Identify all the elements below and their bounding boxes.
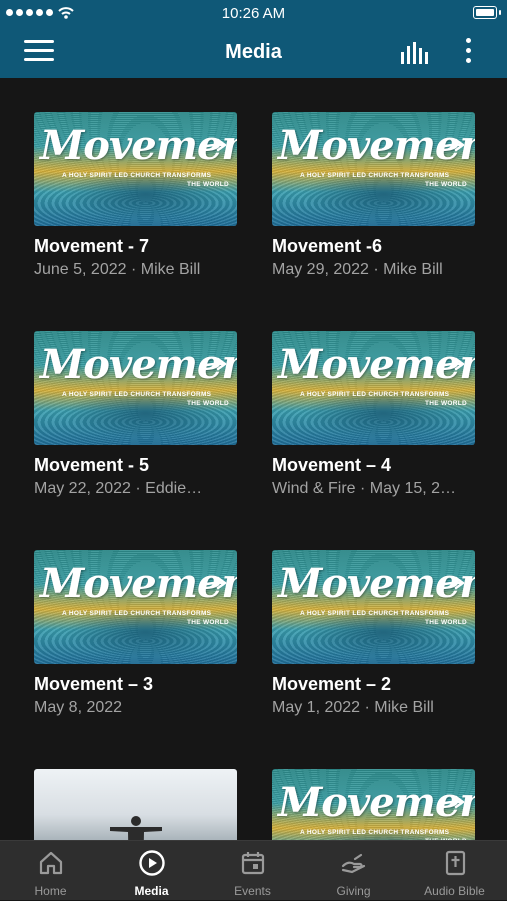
bible-icon xyxy=(445,850,466,876)
thumbnail-tagline: THE WORLD xyxy=(424,181,467,188)
card-title: Movement - 5 xyxy=(34,455,150,475)
thumbnail-tagline: THE WORLD xyxy=(186,619,229,626)
sermon-thumbnail: MovementA HOLY SPIRIT LED CHURCH TRANSFO… xyxy=(34,112,237,226)
media-card[interactable]: MovementA HOLY SPIRIT LED CHURCH TRANSFO… xyxy=(34,331,237,498)
more-options-icon[interactable] xyxy=(462,38,474,68)
tab-bar: Home Media Events Giving Audio Bible xyxy=(0,840,507,900)
arrow-icon xyxy=(202,138,227,152)
tab-events[interactable]: Events xyxy=(202,841,303,901)
tab-label: Home xyxy=(34,884,67,898)
sermon-thumbnail: MovementA HOLY SPIRIT LED CHURCH TRANSFO… xyxy=(272,112,475,226)
card-subtitle: May 22, 2022 · Eddie… xyxy=(34,480,203,497)
arrow-icon xyxy=(202,576,227,590)
card-subtitle: Wind & Fire · May 15, 2… xyxy=(272,480,457,497)
giving-hand-icon xyxy=(341,853,366,874)
media-card[interactable]: MovementA HOLY SPIRIT LED CHURCH TRANSFO… xyxy=(272,550,475,717)
arrow-icon xyxy=(440,357,465,371)
tab-label: Events xyxy=(234,884,271,898)
thumbnail-tagline: A HOLY SPIRIT LED CHURCH TRANSFORMS xyxy=(62,391,212,398)
media-card[interactable] xyxy=(34,769,237,840)
media-card[interactable]: MovementA HOLY SPIRIT LED CHURCH TRANSFO… xyxy=(34,550,237,717)
card-title: Movement – 3 xyxy=(34,674,154,694)
thumbnail-tagline: A HOLY SPIRIT LED CHURCH TRANSFORMS xyxy=(300,391,450,398)
person-arms-outstretched-icon xyxy=(110,816,162,840)
media-card[interactable]: MovementA HOLY SPIRIT LED CHURCH TRANSFO… xyxy=(34,112,237,279)
sermon-thumbnail: MovementA HOLY SPIRIT LED CHURCH TRANSFO… xyxy=(272,331,475,445)
nav-bar: Media xyxy=(0,28,507,78)
equalizer-icon[interactable] xyxy=(398,40,432,66)
thumbnail-tagline: A HOLY SPIRIT LED CHURCH TRANSFORMS xyxy=(300,610,450,617)
arrow-icon xyxy=(440,795,465,809)
arrow-icon xyxy=(202,357,227,371)
status-bar: 10:26 AM xyxy=(0,0,507,28)
tab-label: Giving xyxy=(336,884,371,898)
thumbnail-tagline: THE WORLD xyxy=(424,400,467,407)
media-grid: MovementA HOLY SPIRIT LED CHURCH TRANSFO… xyxy=(0,78,507,840)
card-title: Movement -6 xyxy=(272,236,383,256)
thumbnail-tagline: THE WORLD xyxy=(186,400,229,407)
media-card[interactable]: MovementA HOLY SPIRIT LED CHURCH TRANSFO… xyxy=(272,112,475,279)
tab-media[interactable]: Media xyxy=(101,841,202,901)
card-subtitle: May 8, 2022 xyxy=(34,699,123,716)
card-title: Movement - 7 xyxy=(34,236,150,256)
card-title: Movement – 4 xyxy=(272,455,392,475)
sermon-thumbnail: MovementA HOLY SPIRIT LED CHURCH TRANSFO… xyxy=(272,769,475,840)
card-subtitle: May 29, 2022 · Mike Bill xyxy=(272,261,443,278)
tab-label: Audio Bible xyxy=(424,884,485,898)
battery-icon xyxy=(473,6,501,19)
card-subtitle: May 1, 2022 · Mike Bill xyxy=(272,699,434,716)
card-title: Movement – 2 xyxy=(272,674,392,694)
thumbnail-tagline: THE WORLD xyxy=(186,181,229,188)
media-card[interactable]: MovementA HOLY SPIRIT LED CHURCH TRANSFO… xyxy=(272,769,475,840)
arrow-icon xyxy=(440,576,465,590)
tab-audio-bible[interactable]: Audio Bible xyxy=(404,841,505,901)
tab-label: Media xyxy=(134,884,169,898)
thumbnail-tagline: A HOLY SPIRIT LED CHURCH TRANSFORMS xyxy=(62,610,212,617)
tab-home[interactable]: Home xyxy=(0,841,101,901)
thumbnail-tagline: THE WORLD xyxy=(424,619,467,626)
play-circle-icon xyxy=(139,850,165,876)
media-card[interactable]: MovementA HOLY SPIRIT LED CHURCH TRANSFO… xyxy=(272,331,475,498)
thumbnail-tagline: A HOLY SPIRIT LED CHURCH TRANSFORMS xyxy=(300,829,450,836)
card-subtitle: June 5, 2022 · Mike Bill xyxy=(34,261,201,278)
arrow-icon xyxy=(440,138,465,152)
thumbnail-tagline: A HOLY SPIRIT LED CHURCH TRANSFORMS xyxy=(300,172,450,179)
status-time: 10:26 AM xyxy=(221,5,286,22)
sermon-thumbnail: MovementA HOLY SPIRIT LED CHURCH TRANSFO… xyxy=(272,550,475,664)
calendar-icon xyxy=(241,852,265,875)
home-icon xyxy=(39,851,63,875)
sermon-thumbnail: MovementA HOLY SPIRIT LED CHURCH TRANSFO… xyxy=(34,550,237,664)
mountain-photo-thumbnail xyxy=(34,769,237,840)
tab-giving[interactable]: Giving xyxy=(303,841,404,901)
sermon-thumbnail: MovementA HOLY SPIRIT LED CHURCH TRANSFO… xyxy=(34,331,237,445)
thumbnail-tagline: A HOLY SPIRIT LED CHURCH TRANSFORMS xyxy=(62,172,212,179)
